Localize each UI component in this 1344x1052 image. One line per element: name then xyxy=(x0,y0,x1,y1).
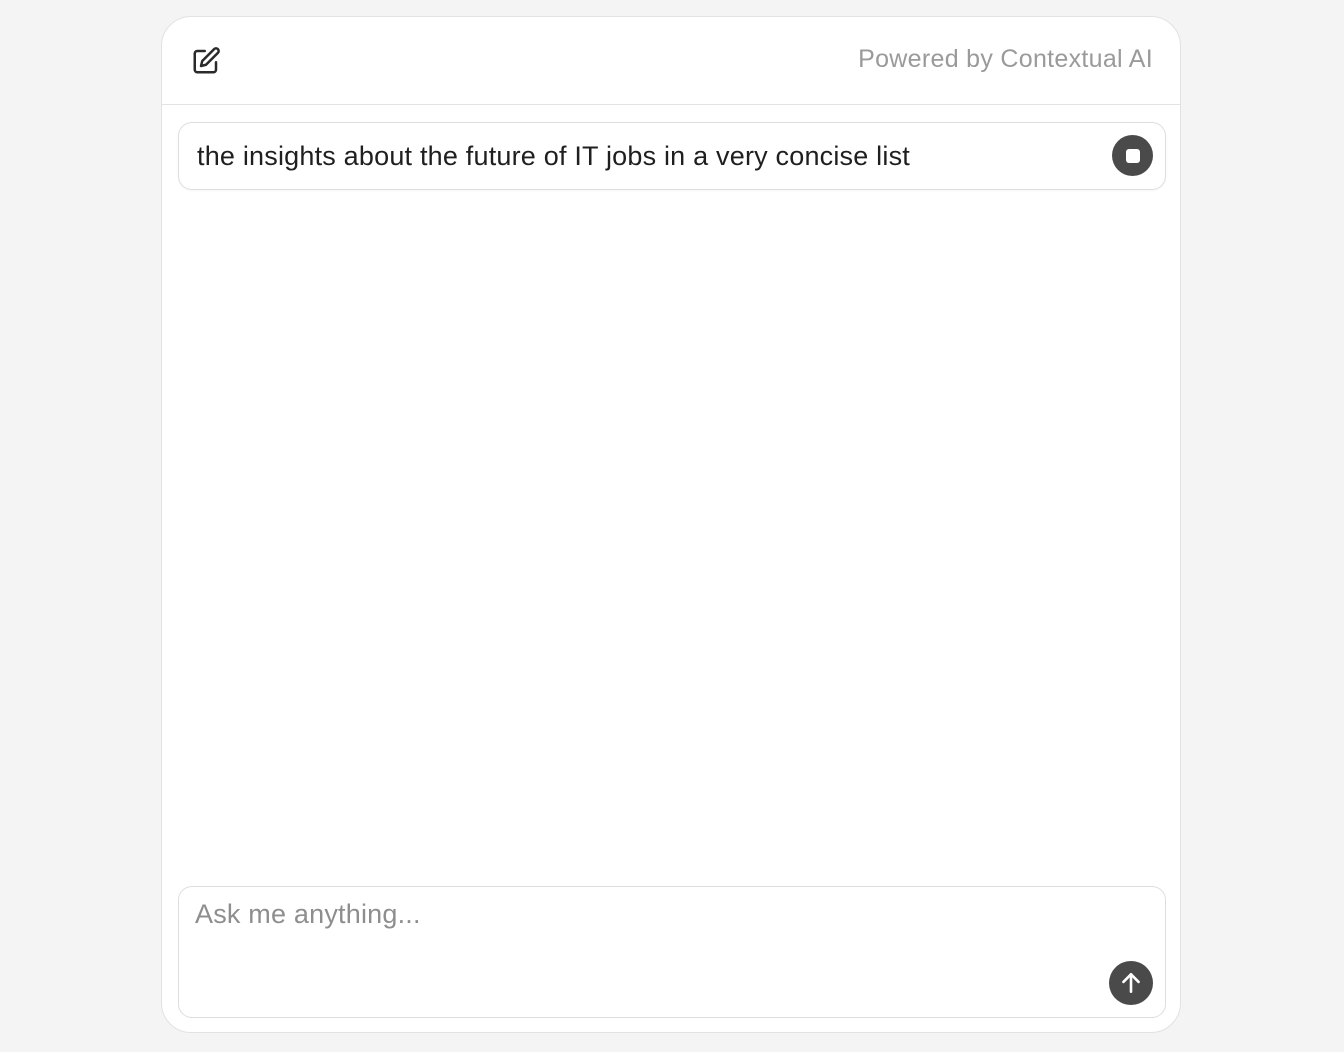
send-button[interactable] xyxy=(1109,961,1153,1005)
chat-header: Powered by Contextual AI xyxy=(162,17,1180,105)
stop-icon xyxy=(1125,148,1140,163)
current-query-bar: the insights about the future of IT jobs… xyxy=(178,122,1166,190)
powered-by-label: Powered by Contextual AI xyxy=(858,45,1153,73)
stop-generation-button[interactable] xyxy=(1112,135,1153,176)
message-composer xyxy=(178,886,1166,1018)
arrow-up-icon xyxy=(1122,973,1140,993)
current-query-text: the insights about the future of IT jobs… xyxy=(197,141,910,171)
new-chat-button[interactable] xyxy=(188,43,224,79)
edit-icon xyxy=(193,47,220,74)
message-input[interactable] xyxy=(195,899,1075,959)
chat-window: Powered by Contextual AI the insights ab… xyxy=(161,16,1181,1033)
